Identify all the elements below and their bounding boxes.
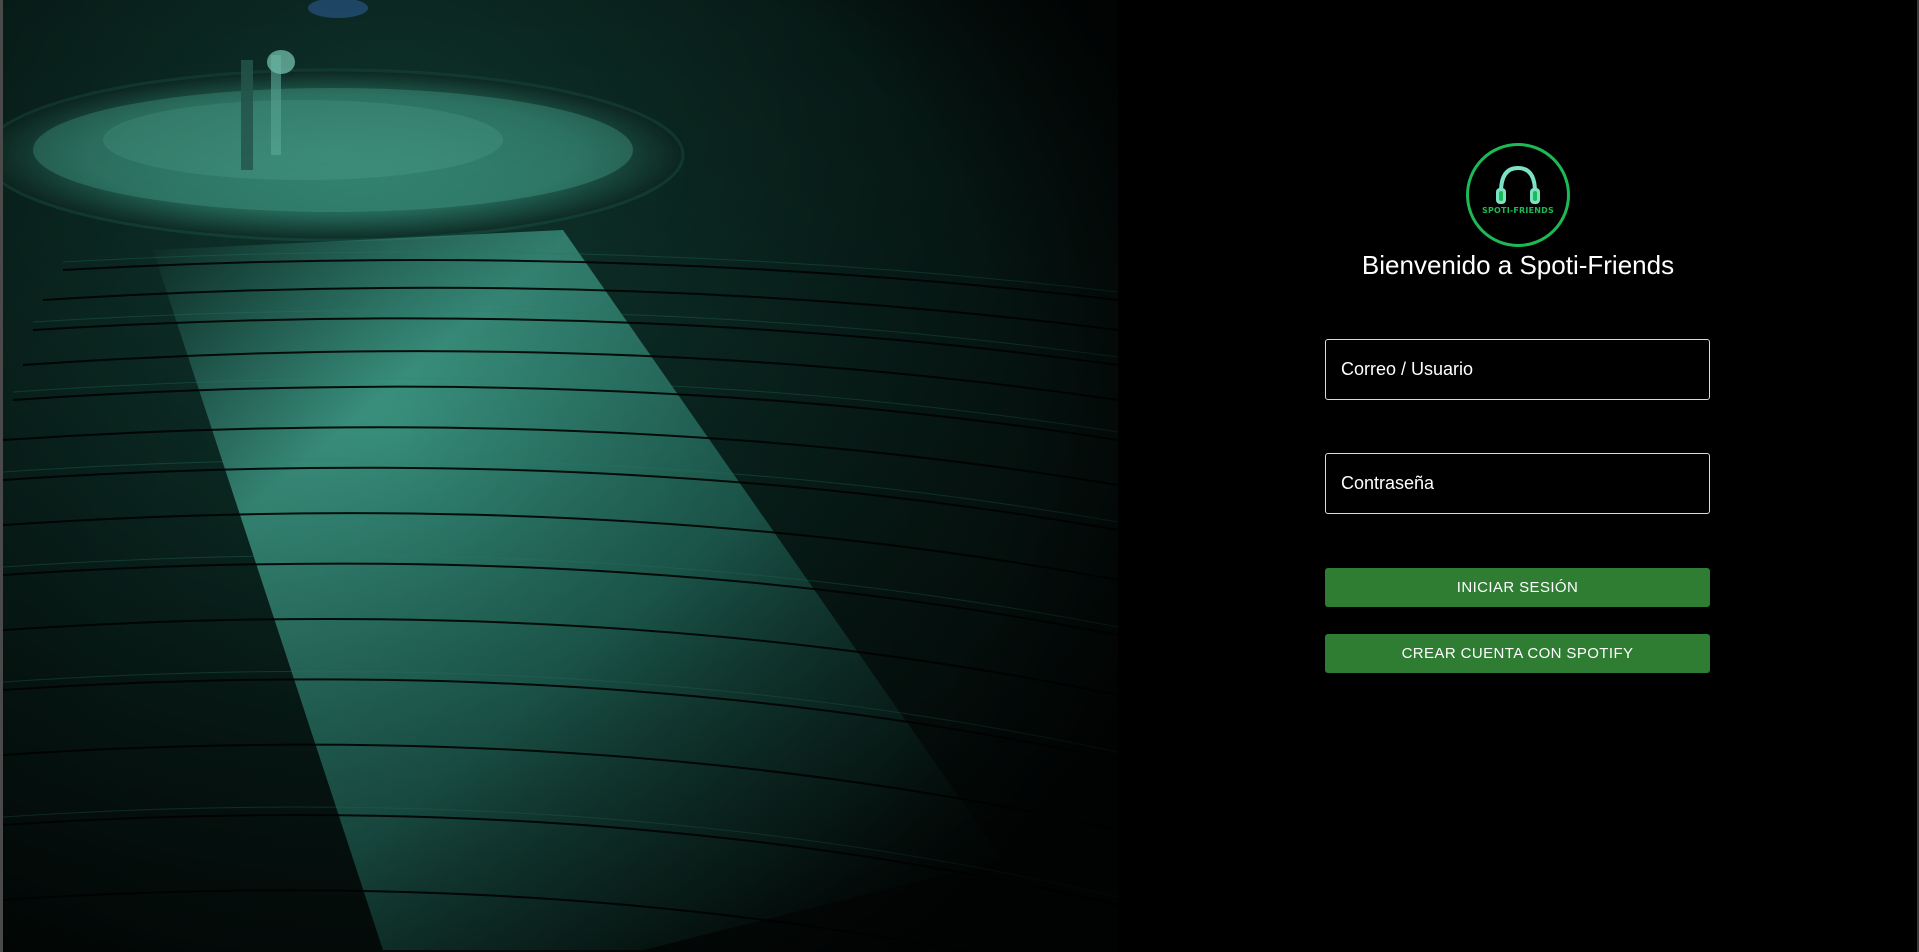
create-account-spotify-button[interactable]: CREAR CUENTA CON SPOTIFY [1325,634,1710,673]
login-panel: SPOTI-FRIENDS Bienvenido a Spoti-Friends… [1118,0,1917,952]
login-page: SPOTI-FRIENDS Bienvenido a Spoti-Friends… [0,0,1919,952]
password-input[interactable] [1325,453,1710,514]
headphones-icon [1496,165,1540,204]
app-logo: SPOTI-FRIENDS [1466,143,1570,247]
login-button[interactable]: INICIAR SESIÓN [1325,568,1710,607]
vinyl-record-hero-image [3,0,1118,952]
email-username-input[interactable] [1325,339,1710,400]
welcome-title: Bienvenido a Spoti-Friends [1361,250,1675,280]
logo-text: SPOTI-FRIENDS [1482,206,1554,215]
